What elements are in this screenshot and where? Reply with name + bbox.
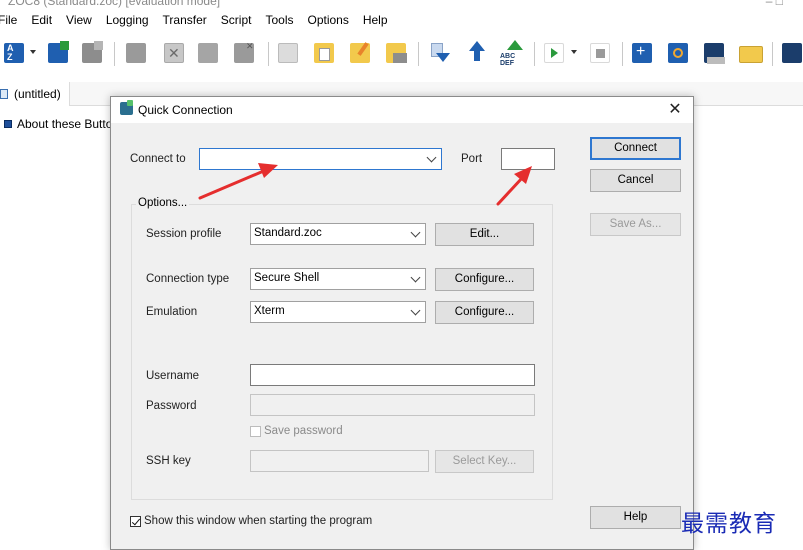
connection-type-combo[interactable]: Secure Shell	[250, 268, 426, 290]
script-icon[interactable]	[702, 39, 726, 67]
ssh-key-input[interactable]	[250, 450, 429, 472]
menu-help[interactable]: Help	[356, 10, 395, 30]
password-label: Password	[146, 400, 197, 412]
save-password-label: Save password	[264, 425, 343, 437]
menu-options[interactable]: Options	[300, 10, 355, 30]
emulation-value: Xterm	[254, 305, 285, 317]
sort-az-icon[interactable]: AZ	[2, 39, 26, 67]
terminal-icon[interactable]	[80, 39, 104, 67]
app-icon	[120, 100, 133, 115]
menu-transfer[interactable]: Transfer	[156, 10, 214, 30]
button-bar: About these Buttons	[0, 114, 125, 134]
configure-connection-button[interactable]: Configure...	[435, 268, 534, 291]
edit-button[interactable]: Edit...	[435, 223, 534, 246]
window-controls[interactable]: – □	[766, 0, 783, 8]
menu-logging[interactable]: Logging	[99, 10, 156, 30]
select-key-button[interactable]: Select Key...	[435, 450, 534, 473]
connection-type-value: Secure Shell	[254, 272, 320, 284]
connect-button[interactable]: Connect	[590, 137, 681, 160]
upload-icon[interactable]	[464, 39, 488, 67]
chevron-down-icon	[426, 152, 437, 163]
menu-file[interactable]: File	[0, 10, 24, 30]
copy-doc-icon[interactable]	[276, 39, 300, 67]
folder-icon[interactable]	[738, 39, 763, 67]
tab-label: (untitled)	[14, 87, 61, 101]
toolbar: AZ ✕ ✕ ABC DEF +	[0, 34, 803, 74]
username-input[interactable]	[250, 364, 535, 386]
emulation-combo[interactable]: Xterm	[250, 301, 426, 323]
connect-to-label: Connect to	[130, 153, 186, 165]
username-label: Username	[146, 370, 200, 382]
copy-icon[interactable]	[196, 39, 220, 67]
abc-def-icon[interactable]: ABC DEF	[500, 39, 524, 67]
print-paste-icon[interactable]	[384, 39, 408, 67]
menu-tools[interactable]: Tools	[258, 10, 300, 30]
chevron-down-icon	[410, 227, 421, 238]
sort-dropdown-icon[interactable]	[30, 50, 36, 54]
configure-emulation-button[interactable]: Configure...	[435, 301, 534, 324]
play-icon[interactable]	[542, 39, 566, 67]
session-profile-label: Session profile	[146, 228, 222, 240]
disconnect-icon[interactable]: ✕	[162, 39, 186, 67]
dialog-titlebar: Quick Connection ✕	[111, 97, 693, 123]
add-icon[interactable]: +	[630, 39, 654, 67]
window-title: ZOC8 (Standard.zoc) [evaluation mode]	[8, 0, 221, 8]
chevron-down-icon	[410, 305, 421, 316]
paste-icon[interactable]	[312, 39, 336, 67]
show-window-label: Show this window when starting the progr…	[144, 515, 373, 527]
help-button[interactable]: Help	[590, 506, 681, 529]
dialog-title: Quick Connection	[138, 103, 233, 117]
download-icon[interactable]	[428, 39, 452, 67]
watermark: 最需教育	[681, 511, 777, 537]
ssh-key-label: SSH key	[146, 455, 191, 467]
save-password-checkbox[interactable]	[250, 426, 261, 437]
terminal-tab-icon	[0, 89, 8, 99]
connect-to-combo[interactable]	[199, 148, 442, 170]
cancel-button[interactable]: Cancel	[590, 169, 681, 192]
target-icon[interactable]	[666, 39, 690, 67]
close-icon[interactable]: ✕	[663, 99, 687, 121]
menu-edit[interactable]: Edit	[24, 10, 59, 30]
tab-untitled[interactable]: (untitled)	[0, 82, 70, 106]
options-label[interactable]: Options...	[136, 197, 190, 209]
chevron-down-icon	[410, 272, 421, 283]
menubar: File Edit View Logging Transfer Script T…	[0, 10, 803, 30]
connection-type-label: Connection type	[146, 273, 230, 285]
session-icon[interactable]	[124, 39, 148, 67]
emulation-label: Emulation	[146, 306, 198, 318]
show-window-checkbox[interactable]	[130, 516, 141, 527]
zoc-application: ZOC8 (Standard.zoc) [evaluation mode] – …	[0, 0, 803, 550]
port-input[interactable]	[501, 148, 555, 170]
edit-paste-icon[interactable]	[348, 39, 372, 67]
port-label: Port	[461, 153, 483, 165]
new-terminal-icon[interactable]	[46, 39, 70, 67]
password-input[interactable]	[250, 394, 535, 416]
menu-view[interactable]: View	[59, 10, 99, 30]
close-tab-icon[interactable]: ✕	[232, 39, 256, 67]
about-buttons-link[interactable]: About these Buttons	[17, 117, 125, 131]
session-profile-combo[interactable]: Standard.zoc	[250, 223, 426, 245]
menu-script[interactable]: Script	[214, 10, 259, 30]
terminal-dark-icon[interactable]	[780, 39, 803, 67]
quick-connection-dialog: Quick Connection ✕ Connect to Port Optio…	[110, 96, 694, 550]
session-profile-value: Standard.zoc	[254, 227, 322, 239]
button-bar-icon	[4, 120, 12, 128]
play-dropdown-icon[interactable]	[571, 50, 577, 54]
save-as-button[interactable]: Save As...	[590, 213, 681, 236]
stop-icon[interactable]	[588, 39, 612, 67]
window-titlebar: ZOC8 (Standard.zoc) [evaluation mode] – …	[0, 0, 803, 8]
